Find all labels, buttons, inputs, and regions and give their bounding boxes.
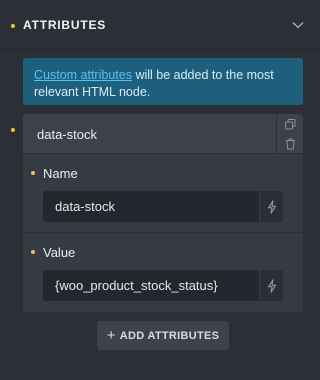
section-header[interactable]: ATTRIBUTES <box>0 0 320 50</box>
name-field-label: Name <box>43 166 78 181</box>
name-input-value[interactable]: data-stock <box>55 199 115 214</box>
copy-icon[interactable] <box>283 117 297 131</box>
bolt-icon <box>267 278 276 293</box>
value-field-label: Value <box>43 245 76 260</box>
custom-attributes-link[interactable]: Custom attributes <box>34 68 132 82</box>
value-input-value[interactable]: {woo_product_stock_status} <box>55 278 218 293</box>
name-field-dot <box>31 171 35 175</box>
add-attributes-label: ADD ATTRIBUTES <box>119 329 220 342</box>
dynamic-data-button-name[interactable] <box>259 191 283 222</box>
attributes-panel: ATTRIBUTES Custom attributes will be add… <box>0 0 320 380</box>
attribute-item-title: data-stock <box>37 127 97 142</box>
chevron-down-icon[interactable] <box>292 19 304 31</box>
name-input[interactable]: data-stock <box>43 191 283 222</box>
bolt-icon <box>267 199 276 214</box>
value-field-label-row: Value <box>23 242 303 262</box>
section-indicator-dot <box>11 24 15 28</box>
dynamic-data-button-value[interactable] <box>259 270 283 301</box>
attribute-item: data-stock Name data-stock Value {woo_pr… <box>23 114 303 312</box>
trash-icon[interactable] <box>283 137 297 151</box>
item-indicator-dot <box>11 128 15 132</box>
plus-icon: + <box>106 326 116 344</box>
info-box: Custom attributes will be added to the m… <box>23 58 303 105</box>
add-attributes-button[interactable]: + ADD ATTRIBUTES <box>97 321 229 350</box>
value-field-dot <box>31 250 35 254</box>
field-divider <box>23 232 303 233</box>
section-title: ATTRIBUTES <box>23 18 107 32</box>
attribute-item-header[interactable]: data-stock <box>23 114 303 154</box>
attribute-item-actions <box>276 114 303 154</box>
name-field-label-row: Name <box>23 163 303 183</box>
value-input[interactable]: {woo_product_stock_status} <box>43 270 283 301</box>
